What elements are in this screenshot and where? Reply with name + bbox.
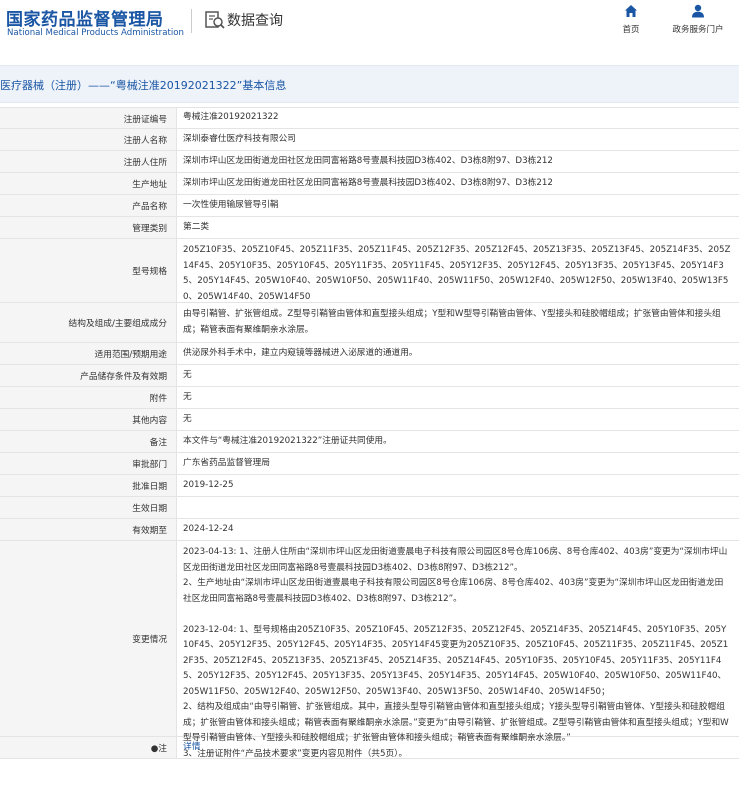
site-header: 国家药品监督管理局 National Medical Products Admi… <box>0 0 739 46</box>
table-row: 备注 本文件与“粤械注准20192021322”注册证共同使用。 <box>0 431 739 453</box>
site-logo-cn[interactable]: 国家药品监督管理局 <box>6 5 164 30</box>
page-title: 医疗器械（注册）——“粤械注准20192021322”基本信息 <box>0 79 287 92</box>
row-value: 深圳市坪山区龙田街道龙田社区龙田同富裕路8号壹晨科技园D3栋402、D3栋8附9… <box>183 177 553 188</box>
row-label: 生产地址 <box>0 173 177 194</box>
row-label: 附件 <box>0 387 177 408</box>
table-row: 批准日期 2019-12-25 <box>0 475 739 497</box>
table-row: 产品名称 一次性使用输尿管导引鞘 <box>0 195 739 217</box>
data-query-icon <box>205 11 225 29</box>
row-value: 深圳泰睿仕医疗科技有限公司 <box>183 133 296 144</box>
row-value: 由导引鞘管、扩张管组成。Z型导引鞘管由管体和直型接头组成；Y型和W型导引鞘管由管… <box>183 309 721 335</box>
table-row: 注册人名称 深圳泰睿仕医疗科技有限公司 <box>0 129 739 151</box>
table-row: 注册人住所 深圳市坪山区龙田街道龙田社区龙田同富裕路8号壹晨科技园D3栋402、D… <box>0 151 739 173</box>
data-query-title: 数据查询 <box>227 13 283 29</box>
table-row: 审批部门 广东省药品监督管理局 <box>0 453 739 475</box>
header-divider <box>191 9 192 33</box>
table-row: ●注 详情 <box>0 737 739 759</box>
table-row: 生产地址 深圳市坪山区龙田街道龙田社区龙田同富裕路8号壹晨科技园D3栋402、D3… <box>0 173 739 195</box>
row-label: 注册证编号 <box>0 108 177 128</box>
row-label: 结构及组成/主要组成成分 <box>0 303 177 342</box>
detail-link[interactable]: 详情 <box>183 740 200 756</box>
user-icon <box>692 4 704 18</box>
table-row: 变更情况 2023-04-13: 1、注册人住所由“深圳市坪山区龙田街道壹晨电子科… <box>0 541 739 759</box>
row-value: 无 <box>183 369 192 380</box>
site-logo-en[interactable]: National Medical Products Administration <box>7 28 184 38</box>
table-row: 适用范围/预期用途 供泌尿外科手术中，建立内窥镜等器械进入泌尿道的通道用。 <box>0 343 739 365</box>
row-label: 产品储存条件及有效期 <box>0 365 177 386</box>
row-label: 批准日期 <box>0 475 177 496</box>
row-label: 注册人名称 <box>0 129 177 150</box>
table-row: 产品储存条件及有效期无 <box>0 365 739 387</box>
row-value <box>177 497 739 518</box>
table-row: 结构及组成/主要组成成分 由导引鞘管、扩张管组成。Z型导引鞘管由管体和直型接头组成… <box>0 303 739 343</box>
page-title-banner: 医疗器械（注册）——“粤械注准20192021322”基本信息 <box>0 65 739 103</box>
row-value: 2023-04-13: 1、注册人住所由“深圳市坪山区龙田街道壹晨电子科技有限公… <box>183 547 729 759</box>
row-value: 粤械注准20192021322 <box>183 112 279 123</box>
row-label: 备注 <box>0 431 177 452</box>
row-label: 有效期至 <box>0 519 177 540</box>
nav-service-portal-label: 政务服务门户 <box>672 25 724 35</box>
row-value: 2019-12-25 <box>183 479 234 490</box>
row-value: 2024-12-24 <box>183 523 234 534</box>
row-label: 其他内容 <box>0 409 177 430</box>
info-table: 注册证编号 粤械注准20192021322 注册人名称 深圳泰睿仕医疗科技有限公司 注册… <box>0 107 739 759</box>
row-value: 无 <box>183 391 192 402</box>
table-row: 生效日期 <box>0 497 739 519</box>
home-icon <box>625 5 637 17</box>
row-value: 第二类 <box>183 221 210 232</box>
table-row: 型号规格 205Z10F35、205Z10F45、205Z11F35、205Z11… <box>0 239 739 303</box>
row-label: 生效日期 <box>0 497 177 518</box>
row-label: 产品名称 <box>0 195 177 216</box>
row-label: 注册人住所 <box>0 151 177 172</box>
table-row: 有效期至 2024-12-24 <box>0 519 739 541</box>
table-row: 注册证编号 粤械注准20192021322 <box>0 107 739 129</box>
row-value: 本文件与“粤械注准20192021322”注册证共同使用。 <box>183 435 392 446</box>
table-row: 附件无 <box>0 387 739 409</box>
row-value: 广东省药品监督管理局 <box>183 457 270 468</box>
row-value: 无 <box>183 413 192 424</box>
row-value: 一次性使用输尿管导引鞘 <box>183 199 279 210</box>
row-label: 变更情况 <box>0 541 177 736</box>
row-label: 管理类别 <box>0 217 177 238</box>
row-label: 审批部门 <box>0 453 177 474</box>
row-label: 适用范围/预期用途 <box>0 343 177 364</box>
row-label: 型号规格 <box>0 239 177 302</box>
row-value: 205Z10F35、205Z10F45、205Z11F35、205Z11F45、… <box>183 245 731 302</box>
row-value: 供泌尿外科手术中，建立内窥镜等器械进入泌尿道的通道用。 <box>183 347 418 358</box>
table-row: 管理类别 第二类 <box>0 217 739 239</box>
row-value: 深圳市坪山区龙田街道龙田社区龙田同富裕路8号壹晨科技园D3栋402、D3栋8附9… <box>183 155 553 166</box>
row-label: ●注 <box>0 737 177 758</box>
nav-service-portal[interactable]: 政务服务门户 <box>658 4 738 35</box>
table-row: 其他内容无 <box>0 409 739 431</box>
row-value: 详情 <box>177 737 739 758</box>
